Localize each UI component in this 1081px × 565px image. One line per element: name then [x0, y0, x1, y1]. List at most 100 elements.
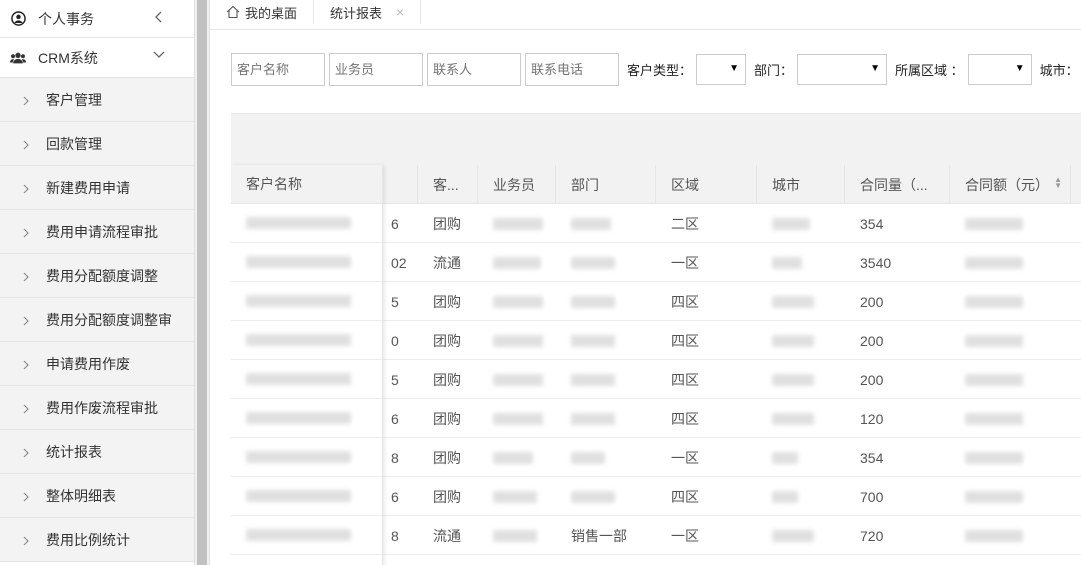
cell-region: 一区: [671, 254, 699, 271]
col-header-region[interactable]: 区域: [656, 165, 757, 204]
cell-city: [757, 477, 798, 516]
menu-group-crm[interactable]: CRM系统: [0, 38, 194, 78]
sidebar-item-new-expense[interactable]: 新建费用申请: [0, 166, 194, 210]
region-select[interactable]: ▼: [967, 53, 1032, 85]
cell-contract-amount: [950, 282, 1023, 321]
chevron-right-icon: [22, 94, 32, 106]
cell-customer-type: 流通: [433, 254, 461, 271]
table-toolbar: [231, 113, 1081, 165]
cell-dept: [556, 321, 615, 360]
cell-customer-type: 团购: [433, 215, 461, 232]
chevron-down-icon[interactable]: [152, 48, 166, 62]
chevron-left-icon[interactable]: [152, 10, 166, 24]
chevron-right-icon: [22, 534, 32, 546]
sidebar-item-void-approval[interactable]: 费用作废流程审批: [0, 386, 194, 430]
cell-customer-type: 团购: [433, 371, 461, 388]
cell-contract-amount: [950, 438, 1023, 477]
sidebar-scrollbar[interactable]: [194, 0, 210, 565]
sidebar-item-payment-management[interactable]: 回款管理: [0, 122, 194, 166]
close-icon[interactable]: ×: [396, 4, 404, 20]
customer-type-label: 客户类型：: [627, 62, 693, 78]
customer-name-input[interactable]: [231, 52, 325, 86]
chevron-right-icon: [22, 358, 32, 370]
cell-dept: 销售一部: [571, 527, 627, 544]
cell-salesman: [478, 477, 537, 516]
chevron-right-icon: [22, 314, 32, 326]
cell-region: 四区: [671, 488, 699, 505]
cell-city: [757, 516, 814, 555]
col-header-dept[interactable]: 部门: [556, 165, 656, 204]
fixed-cell-customer-name: [231, 438, 382, 477]
sidebar-item-label: 申请费用作废: [46, 355, 130, 372]
cell-contract-amount: [950, 243, 1023, 282]
cell-contract-amount: [950, 321, 1023, 360]
sidebar-item-quota-adjust[interactable]: 费用分配额度调整: [0, 254, 194, 298]
customer-type-select[interactable]: ▼: [696, 53, 747, 85]
scrollbar-thumb[interactable]: [197, 0, 207, 565]
cell-contract-amount: [950, 477, 1023, 516]
sidebar-item-label: 客户管理: [46, 91, 102, 108]
cell-salesman: [478, 516, 537, 555]
sidebar: 个人事务 CRM系统 客户管理 回款管理 新建费用申请 费用申请流程审批 费用分…: [0, 0, 194, 565]
cell-region: 四区: [671, 371, 699, 388]
sidebar-item-customer-management[interactable]: 客户管理: [0, 78, 194, 122]
chevron-right-icon: [22, 270, 32, 282]
chevron-right-icon: [22, 138, 32, 150]
caret-down-icon: ▼: [729, 62, 740, 74]
sidebar-item-void-expense[interactable]: 申请费用作废: [0, 342, 194, 386]
chevron-right-icon: [22, 446, 32, 458]
cell-region: 四区: [671, 410, 699, 427]
phone-input[interactable]: [525, 52, 619, 86]
cell-contract-qty: 120: [860, 410, 884, 427]
sort-icon[interactable]: ▲ ▼: [1054, 176, 1062, 190]
salesman-input[interactable]: [329, 52, 423, 86]
cell-salesman: [478, 399, 543, 438]
cell-customer-type: 团购: [433, 410, 461, 427]
cell-salesman: [478, 360, 543, 399]
sidebar-item-label: 费用作废流程审批: [46, 399, 158, 416]
users-icon: [10, 50, 26, 66]
dept-select[interactable]: ▼: [797, 53, 888, 85]
menu-group-personal[interactable]: 个人事务: [0, 0, 194, 38]
cell-contract-qty: 354: [860, 449, 884, 466]
sidebar-item-label: 回款管理: [46, 135, 102, 152]
cell-contract-amount: [950, 399, 1023, 438]
cell-contract-qty: 3540: [860, 254, 892, 271]
cell-salesman: [478, 438, 533, 477]
col-header-contract-qty[interactable]: 合同量（...: [845, 165, 950, 204]
fixed-cell-customer-name: [231, 282, 382, 321]
tab-statistics-report[interactable]: 统计报表 ×: [314, 0, 422, 24]
cell-dept: [556, 477, 615, 516]
filter-bar: 客户类型： ▼ 部门： ▼ 所属区域 ： ▼ 城市：: [231, 52, 1081, 86]
tab-my-desktop[interactable]: 我的桌面: [210, 0, 315, 24]
fixed-cell-customer-name: [231, 321, 382, 360]
col-header-customer-type[interactable]: 客...: [418, 165, 478, 204]
sidebar-item-quota-adjust-review[interactable]: 费用分配额度调整审: [0, 298, 194, 342]
cell-city: [757, 204, 810, 243]
menu-group-label: CRM系统: [38, 49, 98, 66]
sidebar-item-overall-detail[interactable]: 整体明细表: [0, 474, 194, 518]
cell-salesman: [478, 321, 543, 360]
col-header-city[interactable]: 城市: [757, 165, 845, 204]
col-header-customer-name[interactable]: 客户名称: [231, 165, 382, 204]
cell-contract-qty: 200: [860, 293, 884, 310]
sidebar-item-expense-ratio[interactable]: 费用比例统计: [0, 518, 194, 562]
header-label: 合同额（元）: [965, 176, 1049, 193]
city-label: 城市：: [1039, 62, 1079, 78]
cell-customer-type: 团购: [433, 488, 461, 505]
user-circle-icon: [10, 11, 26, 27]
cell-city: [757, 360, 814, 399]
sidebar-item-expense-approval[interactable]: 费用申请流程审批: [0, 210, 194, 254]
col-header-salesman[interactable]: 业务员: [478, 165, 556, 204]
sidebar-item-label: 新建费用申请: [46, 179, 130, 196]
col-header-contract-amount[interactable]: 合同额（元） ▲ ▼: [950, 165, 1071, 204]
cell-city: [757, 399, 814, 438]
cell-contract-qty: 200: [860, 332, 884, 349]
sidebar-item-statistics-report[interactable]: 统计报表: [0, 430, 194, 474]
contact-input[interactable]: [427, 52, 521, 86]
cell-contract-qty: 200: [860, 371, 884, 388]
cell-contract-qty: 354: [860, 215, 884, 232]
chevron-right-icon: [22, 226, 32, 238]
cell-salesman: [478, 282, 543, 321]
cell-salesman: [478, 204, 543, 243]
